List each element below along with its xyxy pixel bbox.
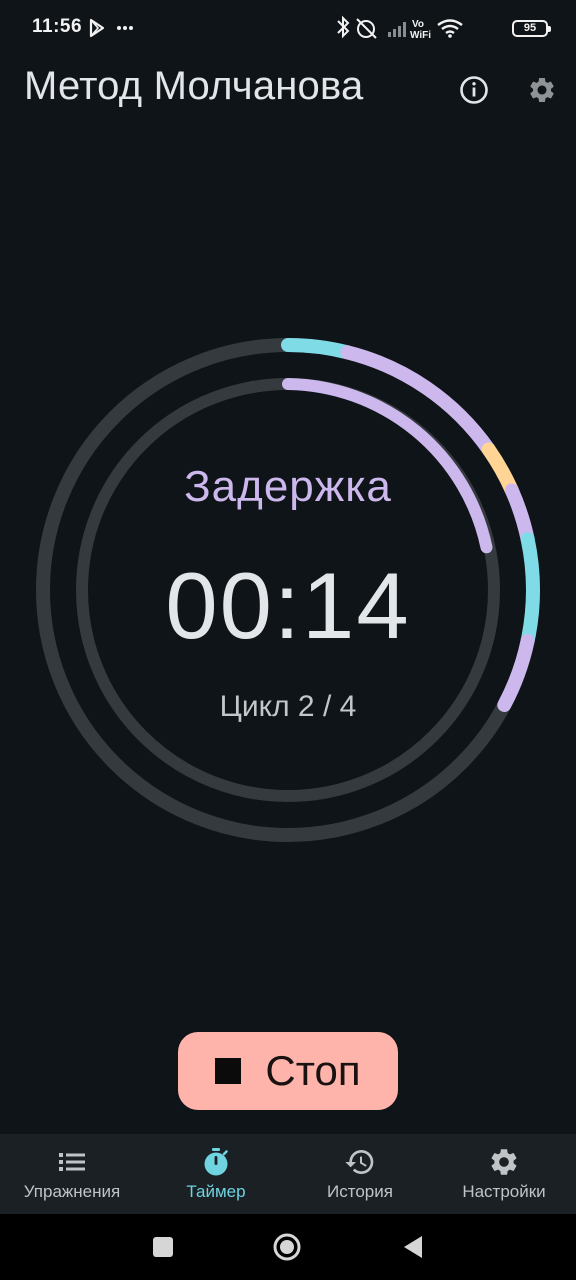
stop-button-label: Стоп	[265, 1047, 361, 1094]
outer-segment-inhale	[281, 338, 355, 360]
nav-item-history[interactable]: История	[288, 1134, 432, 1214]
nav-label-exercises: Упражнения	[23, 1182, 121, 1201]
stopwatch-icon	[204, 1148, 228, 1176]
info-button[interactable]	[454, 70, 494, 110]
list-icon	[59, 1153, 85, 1171]
history-icon	[345, 1150, 374, 1174]
battery-level: 95	[523, 22, 537, 34]
svg-text:WiFi: WiFi	[410, 30, 431, 41]
info-icon	[460, 76, 488, 104]
system-navigation-bar	[0, 1214, 576, 1280]
nav-label-timer: Таймер	[186, 1182, 246, 1201]
timer-value: 00:14	[165, 553, 411, 658]
nav-label-settings: Настройки	[462, 1182, 546, 1201]
status-time: 11:56	[32, 16, 83, 37]
home-button[interactable]	[272, 1232, 302, 1262]
app-title: Метод Молчанова	[24, 64, 364, 108]
svg-text:Vo: Vo	[412, 19, 424, 30]
nav-item-settings[interactable]: Настройки	[432, 1134, 576, 1214]
bottom-navigation: Упражнения Таймер История Настройки	[0, 1134, 576, 1214]
recents-button[interactable]	[148, 1232, 178, 1262]
status-bar: 11:56 Vo WiFi 95	[0, 0, 576, 58]
settings-button[interactable]	[522, 70, 562, 110]
gear-icon	[491, 1149, 517, 1175]
nav-item-exercises[interactable]: Упражнения	[0, 1134, 144, 1214]
stop-button[interactable]: Стоп	[178, 1032, 398, 1110]
stop-icon	[215, 1058, 242, 1084]
gear-icon	[530, 78, 554, 102]
status-icons: Vo WiFi	[337, 15, 463, 41]
nav-item-timer[interactable]: Таймер	[144, 1134, 288, 1214]
nav-label-history: История	[327, 1182, 393, 1201]
cycle-counter: Цикл 2 / 4	[219, 690, 357, 723]
battery-icon: 95	[512, 20, 551, 37]
play-store-icon	[89, 18, 133, 38]
back-button[interactable]	[398, 1232, 428, 1262]
phase-label: Задержка	[184, 462, 392, 511]
